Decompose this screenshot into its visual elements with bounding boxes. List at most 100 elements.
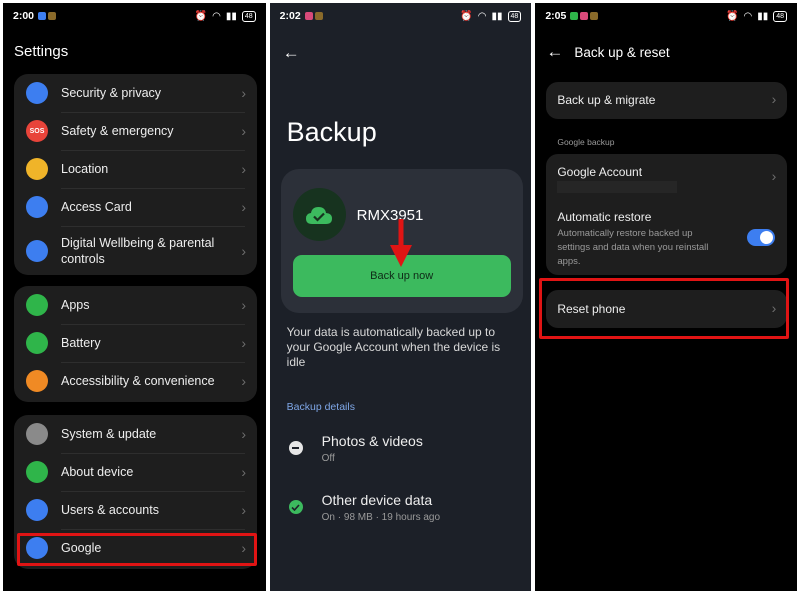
google-backup-header: Google backup — [557, 137, 615, 147]
location-pin-icon — [26, 158, 48, 180]
status-time: 2:02 — [279, 10, 301, 22]
page-title: Back up & reset — [574, 45, 670, 60]
settings-item-safety-emergency[interactable]: SOS Safety & emergency › — [14, 112, 257, 150]
alarm-icon: ⏰ — [194, 10, 208, 22]
backup-reset-screen: 2:05 ⏰ ◠ ▮▮ 48 ← Back up & reset Back up… — [535, 3, 797, 591]
settings-item-location[interactable]: Location › — [14, 150, 257, 188]
automatic-restore-row[interactable]: Automatic restore Automatically restore … — [546, 206, 787, 272]
settings-item-about-device[interactable]: About device › — [14, 453, 257, 491]
settings-item-label: Safety & emergency — [61, 124, 174, 138]
wifi-icon: ◠ — [212, 10, 221, 22]
google-account-row[interactable]: Google Account › — [546, 154, 787, 198]
battery-indicator: 48 — [773, 10, 787, 22]
redacted-email — [557, 181, 678, 193]
status-time: 2:05 — [545, 10, 567, 22]
signal-icon: ▮▮ — [757, 10, 769, 22]
settings-item-label: Access Card — [61, 200, 132, 214]
chevron-right-icon: › — [771, 168, 777, 184]
status-time: 2:00 — [13, 10, 35, 22]
system-icons: ⏰ ◠ ▮▮ 48 — [460, 10, 522, 22]
user-icon — [26, 499, 48, 521]
settings-group-2: Apps › Battery › Accessibility & convenience… — [14, 286, 257, 402]
system-icons: ⏰ ◠ ▮▮ 48 — [726, 10, 787, 22]
settings-item-users-accounts[interactable]: Users & accounts › — [14, 491, 257, 529]
back-up-migrate-row[interactable]: Back up & migrate › — [546, 82, 788, 119]
sos-icon: SOS — [26, 120, 48, 142]
apps-grid-icon — [26, 294, 48, 316]
chevron-right-icon: › — [241, 85, 246, 101]
status-bar: 2:00 ⏰ ◠ ▮▮ 48 — [3, 3, 266, 29]
google-account-label: Google Account — [557, 165, 643, 179]
page-title: Settings — [14, 43, 69, 60]
photos-videos-row[interactable]: Photos & videos Off — [270, 431, 532, 475]
cloud-check-icon — [292, 188, 346, 241]
status-bar: 2:05 ⏰ ◠ ▮▮ 48 — [535, 3, 797, 29]
chevron-right-icon: › — [241, 464, 246, 480]
settings-item-label: System & update — [61, 427, 157, 441]
highlight-reset-phone — [539, 278, 790, 339]
check-circle-icon — [288, 500, 303, 514]
page-title: Backup — [286, 117, 377, 147]
status-bar: 2:02 ⏰ ◠ ▮▮ 48 — [270, 3, 532, 29]
backup-description: Your data is automatically backed up to … — [286, 325, 501, 369]
other-device-data-status: On · 98 MB · 19 hours ago — [321, 512, 441, 523]
back-arrow-icon[interactable]: ← — [283, 43, 300, 63]
chevron-right-icon: › — [241, 242, 246, 259]
gear-icon — [26, 423, 48, 445]
settings-item-digital-wellbeing-parental-controls[interactable]: Digital Wellbeing & parental controls › — [14, 226, 257, 275]
settings-item-battery[interactable]: Battery › — [14, 324, 257, 362]
chevron-right-icon: › — [241, 161, 246, 177]
settings-item-label: Security & privacy — [61, 86, 162, 100]
settings-group-1: Security & privacy › SOS Safety & emergency… — [14, 74, 257, 275]
settings-item-label: About device — [61, 465, 134, 479]
automatic-restore-description: Automatically restore backed up settings… — [557, 228, 709, 267]
settings-screen: 2:00 ⏰ ◠ ▮▮ 48 Settings Security & priva… — [3, 3, 266, 591]
chevron-right-icon: › — [241, 199, 246, 215]
notification-icons — [570, 12, 599, 20]
back-arrow-icon[interactable]: ← — [546, 42, 563, 62]
chevron-right-icon: › — [241, 123, 246, 139]
photos-videos-title: Photos & videos — [321, 433, 423, 449]
system-icons: ⏰ ◠ ▮▮ 48 — [194, 10, 256, 22]
notification-icons — [38, 12, 57, 20]
battery-indicator: 48 — [241, 10, 256, 22]
automatic-restore-toggle[interactable] — [747, 229, 776, 246]
other-device-data-row[interactable]: Other device data On · 98 MB · 19 hours … — [270, 490, 532, 534]
settings-item-label: Battery — [61, 336, 101, 350]
chevron-right-icon: › — [771, 91, 777, 107]
back-up-migrate-label: Back up & migrate — [557, 93, 656, 107]
settings-item-label: Accessibility & convenience — [61, 374, 215, 388]
chevron-right-icon: › — [241, 335, 246, 351]
signal-icon: ▮▮ — [225, 10, 237, 22]
lock-icon — [26, 82, 48, 104]
minus-circle-icon — [288, 441, 303, 455]
accessibility-icon — [26, 370, 48, 392]
signal-icon: ▮▮ — [491, 10, 503, 22]
settings-item-label: Location — [61, 162, 109, 176]
settings-item-access-card[interactable]: Access Card › — [14, 188, 257, 226]
settings-item-accessibility-convenience[interactable]: Accessibility & convenience › — [14, 362, 257, 400]
red-arrow-annotation — [389, 219, 412, 272]
notification-icons — [304, 12, 323, 20]
photos-videos-status: Off — [321, 453, 335, 464]
settings-item-apps[interactable]: Apps › — [14, 286, 257, 324]
wellbeing-icon — [26, 239, 48, 262]
backup-details-header: Backup details — [286, 401, 355, 413]
alarm-icon: ⏰ — [726, 10, 739, 22]
settings-item-security-privacy[interactable]: Security & privacy › — [14, 74, 257, 112]
settings-item-label: Users & accounts — [61, 503, 159, 517]
chevron-right-icon: › — [241, 426, 246, 442]
chevron-right-icon: › — [241, 502, 246, 518]
battery-indicator: 48 — [507, 10, 522, 22]
chevron-right-icon: › — [241, 373, 246, 389]
wifi-icon: ◠ — [477, 10, 487, 22]
card-icon — [26, 196, 48, 218]
automatic-restore-label: Automatic restore — [557, 210, 652, 224]
backup-screen: 2:02 ⏰ ◠ ▮▮ 48 ← Backup RMX3951 Back up … — [269, 3, 532, 591]
alarm-icon: ⏰ — [460, 10, 473, 22]
settings-item-system-update[interactable]: System & update › — [14, 415, 257, 453]
google-backup-card: Google Account › Automatic restore Autom… — [546, 154, 788, 275]
highlight-google — [17, 533, 257, 566]
phone-icon — [26, 461, 48, 483]
other-device-data-title: Other device data — [321, 492, 433, 508]
